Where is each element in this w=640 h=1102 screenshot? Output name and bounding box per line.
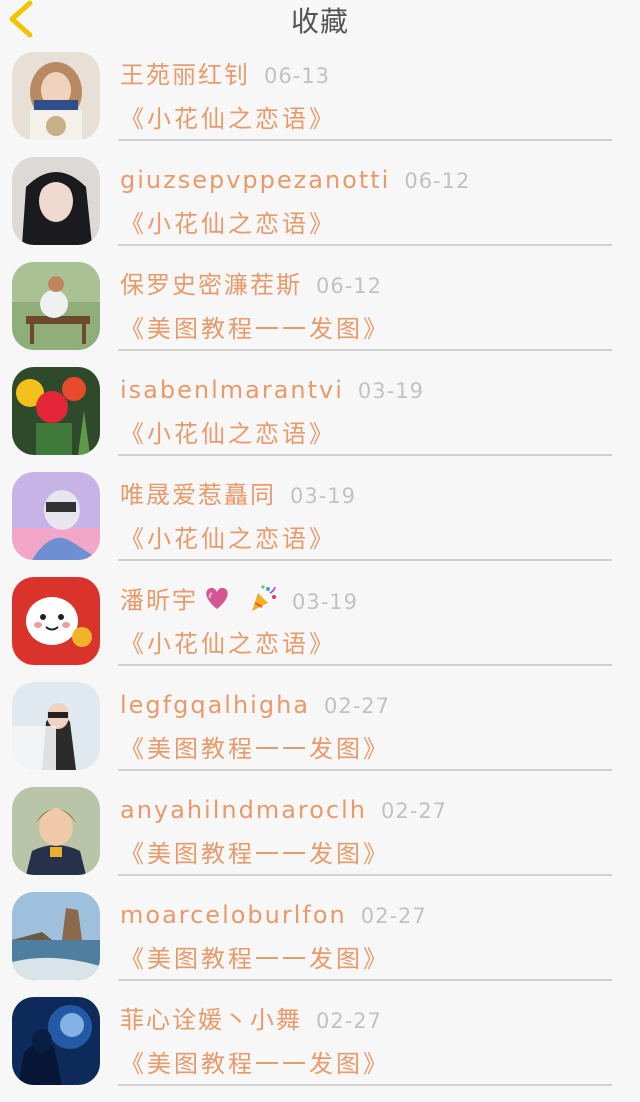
user-name: 潘昕宇 xyxy=(120,586,198,615)
divider xyxy=(118,664,612,666)
divider xyxy=(118,559,612,561)
date-label: 06-12 xyxy=(316,274,383,298)
list-item[interactable]: legfgqalhigha 02-27 《美图教程一一发图》 xyxy=(0,674,640,779)
divider xyxy=(118,244,612,246)
date-label: 02-27 xyxy=(316,1009,383,1033)
list-item[interactable]: 菲心诠媛丶小舞 02-27 《美图教程一一发图》 xyxy=(0,989,640,1094)
date-label: 03-19 xyxy=(290,484,357,508)
list-item[interactable]: moarceloburlfon 02-27 《美图教程一一发图》 xyxy=(0,884,640,989)
user-name: giuzsepvppezanotti xyxy=(120,166,391,194)
date-label: 02-27 xyxy=(381,799,448,823)
avatar xyxy=(12,787,100,875)
date-label: 06-13 xyxy=(264,64,331,88)
divider xyxy=(118,769,612,771)
list-item[interactable]: 潘昕宇 03-19 《小花仙之恋语》 xyxy=(0,569,640,674)
book-title-link[interactable]: 《小花仙之恋语》 xyxy=(120,102,336,136)
book-title-link[interactable]: 《小花仙之恋语》 xyxy=(120,207,336,241)
book-title-link[interactable]: 《小花仙之恋语》 xyxy=(120,417,336,451)
divider xyxy=(118,139,612,141)
list-item[interactable]: anyahilndmaroclh 02-27 《美图教程一一发图》 xyxy=(0,779,640,884)
avatar xyxy=(12,52,100,140)
date-label: 02-27 xyxy=(360,904,427,928)
divider xyxy=(118,1084,612,1086)
avatar xyxy=(12,577,100,665)
user-name: 王苑丽红钊 xyxy=(120,61,250,89)
divider xyxy=(118,874,612,876)
book-title-link[interactable]: 《美图教程一一发图》 xyxy=(120,312,390,346)
list-item[interactable]: 王苑丽红钊 06-13 《小花仙之恋语》 xyxy=(0,44,640,149)
date-label: 02-27 xyxy=(324,694,391,718)
avatar xyxy=(12,157,100,245)
avatar xyxy=(12,682,100,770)
list-item[interactable]: isabenlmarantvi 03-19 《小花仙之恋语》 xyxy=(0,359,640,464)
avatar xyxy=(12,367,100,455)
book-title-link[interactable]: 《美图教程一一发图》 xyxy=(120,837,390,871)
avatar xyxy=(12,262,100,350)
user-name: 唯晟爱惹矗同 xyxy=(120,481,276,509)
user-name: isabenlmarantvi xyxy=(120,376,344,404)
avatar xyxy=(12,892,100,980)
user-name: 保罗史密濂茬斯 xyxy=(120,271,302,299)
date-label: 03-19 xyxy=(357,379,424,403)
book-title-link[interactable]: 《美图教程一一发图》 xyxy=(120,942,390,976)
avatar xyxy=(12,472,100,560)
user-name: anyahilndmaroclh xyxy=(120,796,368,824)
user-name: moarceloburlfon xyxy=(120,901,347,929)
book-title-link[interactable]: 《美图教程一一发图》 xyxy=(120,732,390,766)
divider xyxy=(118,454,612,456)
book-title-link[interactable]: 《小花仙之恋语》 xyxy=(120,522,336,556)
date-label: 03-19 xyxy=(292,589,359,614)
book-title-link[interactable]: 《小花仙之恋语》 xyxy=(120,627,336,661)
date-label: 06-12 xyxy=(404,169,471,193)
list-item[interactable]: giuzsepvppezanotti 06-12 《小花仙之恋语》 xyxy=(0,149,640,254)
divider xyxy=(118,349,612,351)
top-bar: 收藏 xyxy=(0,0,640,44)
page-title: 收藏 xyxy=(290,5,349,38)
user-name: legfgqalhigha xyxy=(120,691,310,719)
book-title-link[interactable]: 《美图教程一一发图》 xyxy=(120,1047,390,1081)
list-item[interactable]: 唯晟爱惹矗同 03-19 《小花仙之恋语》 xyxy=(0,464,640,569)
avatar xyxy=(12,997,100,1085)
party-popper-icon xyxy=(248,583,278,625)
list-item[interactable]: 保罗史密濂茬斯 06-12 《美图教程一一发图》 xyxy=(0,254,640,359)
heart-icon xyxy=(202,585,232,623)
favorites-list: 王苑丽红钊 06-13 《小花仙之恋语》 giuzsepvppezanotti 06… xyxy=(0,44,640,1094)
user-name: 菲心诠媛丶小舞 xyxy=(120,1006,302,1034)
divider xyxy=(118,979,612,981)
